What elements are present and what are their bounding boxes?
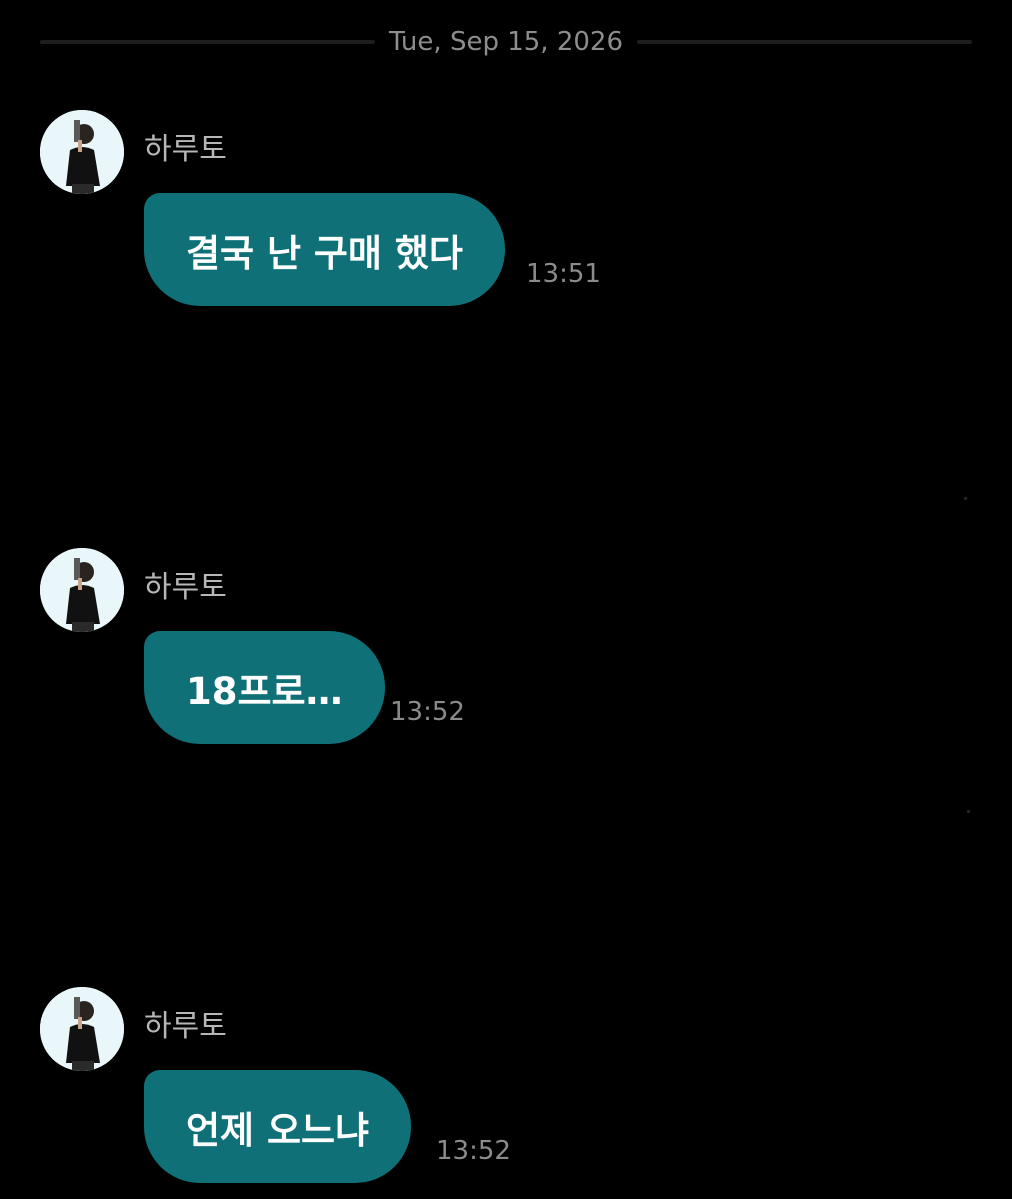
message-text: 결국 난 구매 했다 bbox=[186, 231, 463, 275]
sender-avatar[interactable] bbox=[40, 548, 124, 632]
message-bubble[interactable]: 결국 난 구매 했다 bbox=[144, 193, 505, 306]
sender-name[interactable]: 하루토 bbox=[144, 1007, 227, 1047]
message-bubble[interactable]: 18프로… bbox=[144, 631, 385, 744]
date-divider: Tue, Sep 15, 2026 bbox=[40, 22, 972, 62]
message-text: 언제 오느냐 bbox=[186, 1108, 370, 1152]
date-divider-line-left bbox=[40, 40, 375, 44]
message-group: 하루토 18프로… 13:52 bbox=[40, 548, 940, 748]
message-timestamp: 13:52 bbox=[390, 697, 465, 727]
sender-avatar[interactable] bbox=[40, 987, 124, 1071]
avatar-person-icon bbox=[40, 110, 124, 194]
message-timestamp: 13:51 bbox=[526, 259, 601, 289]
message-text: 18프로… bbox=[186, 669, 343, 713]
sender-avatar[interactable] bbox=[40, 110, 124, 194]
avatar-person-icon bbox=[40, 548, 124, 632]
avatar-person-icon bbox=[40, 987, 124, 1071]
background-speck bbox=[967, 810, 970, 813]
background-speck bbox=[964, 497, 967, 500]
message-group: 하루토 결국 난 구매 했다 13:51 bbox=[40, 110, 940, 310]
sender-name[interactable]: 하루토 bbox=[144, 568, 227, 608]
date-divider-label: Tue, Sep 15, 2026 bbox=[389, 27, 623, 57]
message-group: 하루토 언제 오느냐 13:52 bbox=[40, 987, 940, 1187]
sender-name[interactable]: 하루토 bbox=[144, 130, 227, 170]
message-bubble[interactable]: 언제 오느냐 bbox=[144, 1070, 412, 1183]
date-divider-line-right bbox=[637, 40, 972, 44]
message-timestamp: 13:52 bbox=[436, 1136, 511, 1166]
